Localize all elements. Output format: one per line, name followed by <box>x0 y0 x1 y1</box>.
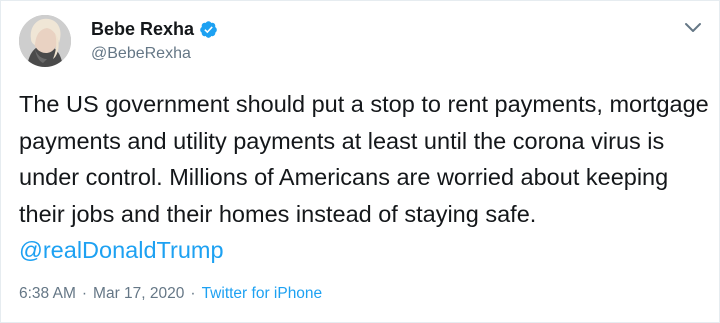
meta-separator: · <box>190 285 196 302</box>
chevron-down-icon[interactable] <box>681 15 705 39</box>
tweet-text: The US government should put a stop to r… <box>19 86 709 269</box>
meta-separator: · <box>81 285 88 302</box>
tweet-time[interactable]: 6:38 AM <box>19 285 76 303</box>
tweet-body: The US government should put a stop to r… <box>19 91 709 227</box>
tweet-date[interactable]: Mar 17, 2020 <box>93 285 184 303</box>
tweet-meta: 6:38 AM · Mar 17, 2020 · Twitter for iPh… <box>19 285 322 303</box>
avatar[interactable] <box>19 15 71 67</box>
verified-badge-icon <box>199 20 218 39</box>
tweet-source-link[interactable]: Twitter for iPhone <box>202 285 323 303</box>
tweet-card: Bebe Rexha @BebeRexha The US government … <box>0 0 720 323</box>
display-name[interactable]: Bebe Rexha <box>91 19 194 40</box>
user-handle[interactable]: @BebeRexha <box>91 45 218 63</box>
avatar-image <box>19 15 71 67</box>
author-info: Bebe Rexha @BebeRexha <box>91 17 218 63</box>
display-name-row: Bebe Rexha <box>91 17 218 41</box>
mention-link[interactable]: @realDonaldTrump <box>19 237 224 263</box>
